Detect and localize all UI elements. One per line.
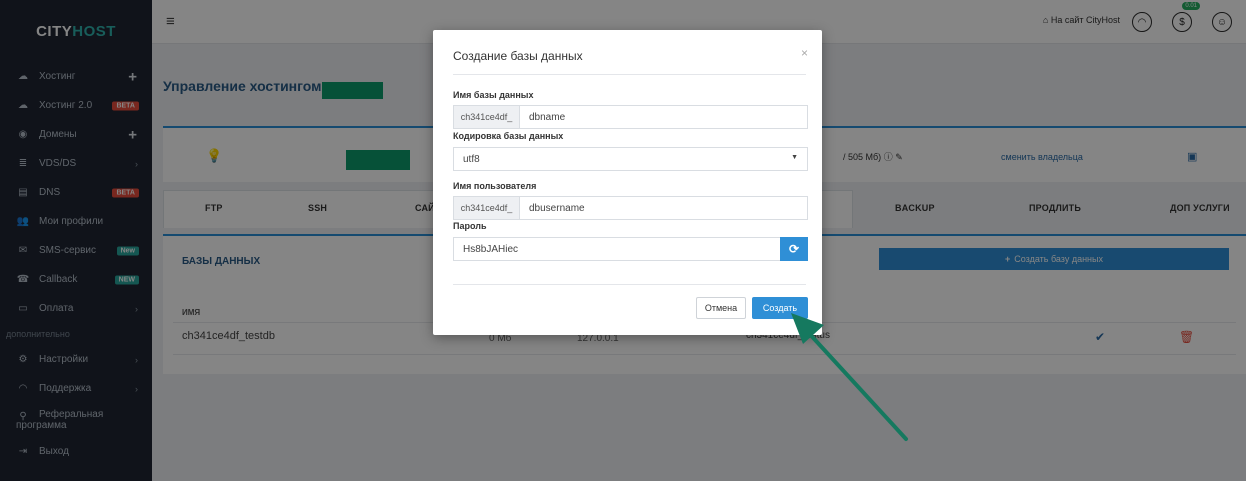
annotation-arrow bbox=[791, 313, 908, 441]
